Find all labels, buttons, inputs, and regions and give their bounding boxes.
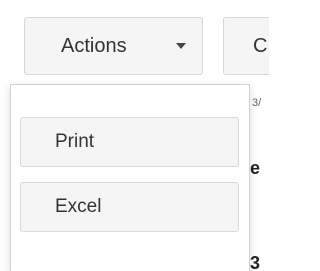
excel-menu-item[interactable]: Excel [20, 182, 239, 232]
actions-dropdown-button[interactable]: Actions [24, 17, 203, 75]
actions-button-label: Actions [61, 34, 127, 57]
menu-item-label: Print [55, 131, 95, 152]
partial-toolbar-button[interactable]: C [223, 17, 269, 75]
background-cell-text: e [250, 158, 261, 178]
screenshot-canvas: Actions C 3/ e 3 Print Excel [0, 0, 269, 271]
background-cell-text: 3/ [252, 97, 262, 109]
actions-dropdown-menu: Print Excel [10, 84, 250, 271]
partial-button-label: C [253, 34, 268, 57]
caret-down-icon [176, 43, 186, 49]
print-menu-item[interactable]: Print [20, 117, 239, 167]
background-cell-text: 3 [250, 253, 261, 271]
menu-item-label: Excel [55, 196, 102, 217]
